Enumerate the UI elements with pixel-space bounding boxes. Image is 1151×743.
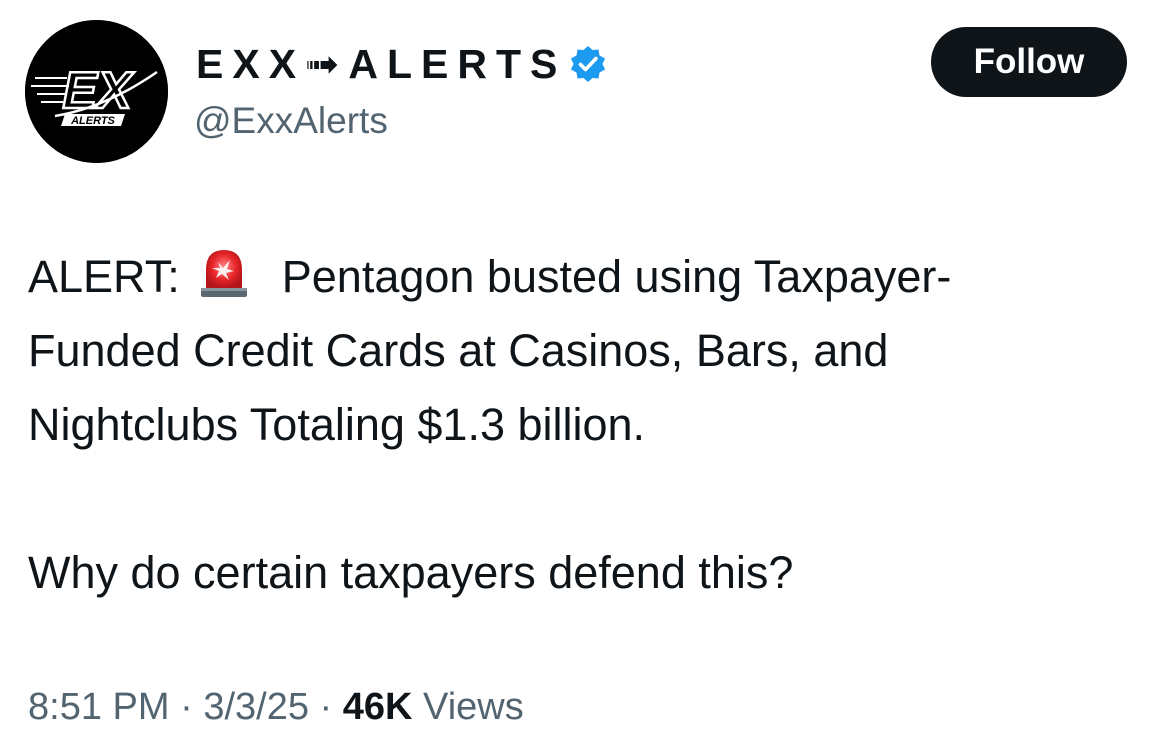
tweet-date[interactable]: 3/3/25: [203, 686, 309, 728]
exx-alerts-logo-icon: EX ALERTS: [25, 20, 168, 163]
tweet-line-4: Why do certain taxpayers defend this?: [28, 547, 794, 598]
paragraph-break: [28, 462, 1133, 536]
svg-text:ALERTS: ALERTS: [70, 115, 115, 127]
tweet-meta: 8:51 PM · 3/3/25 · 46K Views: [28, 686, 524, 729]
meta-separator: ·: [308, 686, 343, 728]
verified-badge-icon: [568, 44, 608, 84]
tweet-time[interactable]: 8:51 PM: [28, 686, 170, 728]
tweet-line-3: Nightclubs Totaling $1.3 billion.: [28, 399, 646, 450]
tweet-line-1: ALERT: Pentagon busted using Taxpayer-: [28, 240, 1133, 314]
display-name-row[interactable]: EXX➟ALERTS: [196, 38, 608, 90]
views-label: Views: [423, 686, 524, 728]
meta-separator: ·: [169, 686, 204, 728]
tweet-card: EX ALERTS EXX➟ALERTS @ExxAlerts Follow A…: [0, 0, 1151, 743]
tweet-line-2: Funded Credit Cards at Casinos, Bars, an…: [28, 325, 889, 376]
views-count[interactable]: 46K: [343, 686, 413, 728]
avatar[interactable]: EX ALERTS: [25, 20, 168, 163]
alert-prefix: ALERT:: [28, 251, 180, 302]
user-handle[interactable]: @ExxAlerts: [194, 100, 388, 142]
follow-button[interactable]: Follow: [931, 27, 1127, 97]
tweet-line-1-text: Pentagon busted using Taxpayer-: [281, 251, 952, 302]
tweet-text: ALERT: Pentagon busted using Taxpayer- F…: [28, 240, 1133, 610]
display-name[interactable]: EXX➟ALERTS: [196, 40, 566, 88]
police-siren-icon: [196, 244, 252, 300]
